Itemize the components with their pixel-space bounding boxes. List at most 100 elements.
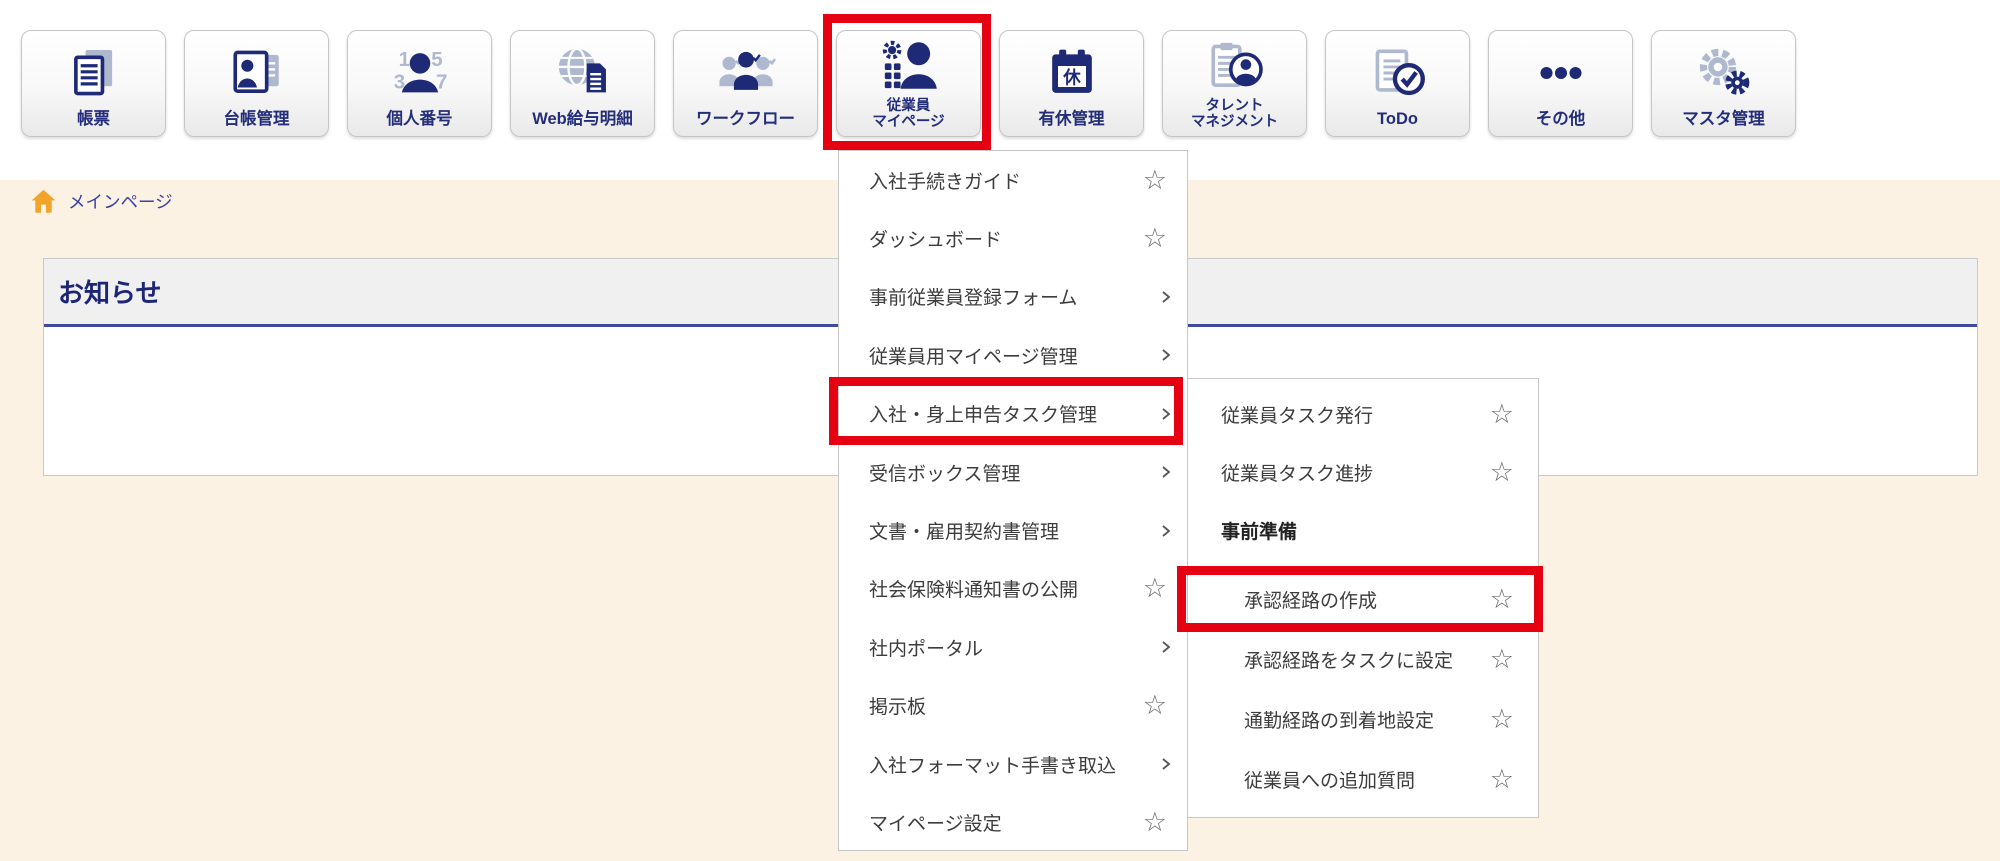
toolbar-button-ledger-management[interactable]: 台帳管理: [184, 30, 329, 137]
toolbar-button-talent-management[interactable]: タレント マネジメント: [1162, 30, 1307, 137]
menu-item-5[interactable]: 入社・身上申告タスク管理: [839, 385, 1187, 443]
star-icon[interactable]: ☆: [1143, 225, 1167, 252]
menu-item-3[interactable]: 事前従業員登録フォーム: [839, 268, 1187, 326]
toolbar-button-forms[interactable]: 帳票: [21, 30, 166, 137]
toolbar-button-label: タレント マネジメント: [1191, 98, 1278, 136]
submenu-item-label: 従業員への追加質問: [1244, 766, 1415, 793]
workflow-icon: [715, 31, 777, 110]
talent-icon: [1205, 31, 1265, 98]
personal-number-icon: 1 5 3 7: [391, 31, 449, 110]
submenu-item-label: 通勤経路の到着地設定: [1244, 706, 1434, 733]
toolbar-button-label: その他: [1536, 110, 1586, 136]
menu-item-label: 入社手続きガイド: [869, 167, 1021, 194]
menu-item-7[interactable]: 文書・雇用契約書管理: [839, 501, 1187, 559]
star-icon[interactable]: ☆: [1490, 401, 1514, 428]
chevron-right-icon: [1158, 289, 1174, 305]
forms-icon: [65, 31, 123, 110]
svg-text:5: 5: [431, 48, 442, 71]
menu-item-8[interactable]: 社会保険料通知書の公開 ☆: [839, 560, 1187, 618]
menu-item-label: 入社フォーマット手書き取込: [869, 751, 1116, 778]
announcements-title: お知らせ: [58, 273, 161, 310]
svg-text:7: 7: [436, 70, 447, 93]
menu-item-label: 掲示板: [869, 692, 926, 719]
menu-item-11[interactable]: 入社フォーマット手書き取込: [839, 735, 1187, 793]
toolbar-button-label: ワークフロー: [696, 110, 795, 136]
toolbar-button-label: 台帳管理: [224, 110, 290, 136]
submenu-item-label: 従業員タスク進捗: [1221, 459, 1373, 486]
toolbar-button-paid-leave-management[interactable]: 休有休管理: [999, 30, 1144, 137]
toolbar-button-todo[interactable]: ToDo: [1325, 30, 1470, 137]
master-icon: [1695, 31, 1753, 110]
menu-item-label: 社会保険料通知書の公開: [869, 575, 1078, 602]
task-management-submenu: 従業員タスク発行☆従業員タスク進捗☆事前準備承認経路の作成☆承認経路をタスクに設…: [1187, 378, 1539, 818]
submenu-item-label: 承認経路をタスクに設定: [1244, 646, 1453, 673]
toolbar-button-others[interactable]: その他: [1488, 30, 1633, 137]
toolbar-button-label: ToDo: [1377, 110, 1418, 136]
submenu-group-header-label: 事前準備: [1221, 517, 1297, 544]
ledger-icon: [228, 31, 286, 110]
submenu-item-label: 従業員タスク発行: [1221, 401, 1373, 428]
toolbar-button-personal-number[interactable]: 1 5 3 7 個人番号: [347, 30, 492, 137]
menu-item-label: 社内ポータル: [869, 634, 983, 661]
star-icon[interactable]: ☆: [1490, 706, 1514, 733]
menu-item-12[interactable]: マイページ設定 ☆: [839, 793, 1187, 851]
employee-mypage-menu: 入社手続きガイド☆ダッシュボード☆事前従業員登録フォーム従業員用マイページ管理入…: [838, 150, 1188, 851]
paid-leave-icon: 休: [1044, 31, 1100, 110]
star-icon[interactable]: ☆: [1490, 459, 1514, 486]
menu-item-label: 従業員用マイページ管理: [869, 342, 1078, 369]
employee-mypage-icon: [880, 31, 938, 98]
submenu-item-label: 承認経路の作成: [1244, 586, 1377, 613]
submenu-item-6[interactable]: 通勤経路の到着地設定 ☆: [1188, 689, 1538, 749]
menu-item-label: 文書・雇用契約書管理: [869, 517, 1059, 544]
svg-text:1: 1: [398, 48, 409, 71]
chevron-right-icon: [1158, 464, 1174, 480]
toolbar-button-workflow[interactable]: ワークフロー: [673, 30, 818, 137]
submenu-item-3: 事前準備: [1188, 501, 1538, 559]
menu-item-label: 受信ボックス管理: [869, 459, 1020, 486]
menu-item-2[interactable]: ダッシュボード ☆: [839, 209, 1187, 267]
menu-item-label: 入社・身上申告タスク管理: [869, 400, 1097, 427]
star-icon[interactable]: ☆: [1490, 766, 1514, 793]
menu-item-label: ダッシュボード: [869, 225, 1002, 252]
breadcrumb-label[interactable]: メインページ: [68, 189, 173, 214]
chevron-right-icon: [1158, 523, 1174, 539]
star-icon[interactable]: ☆: [1143, 692, 1167, 719]
toolbar-button-web-payslip[interactable]: Web給与明細: [510, 30, 655, 137]
chevron-right-icon: [1158, 639, 1174, 655]
breadcrumb[interactable]: メインページ: [30, 188, 173, 215]
menu-item-label: マイページ設定: [869, 809, 1002, 836]
todo-icon: [1369, 31, 1427, 110]
star-icon[interactable]: ☆: [1143, 809, 1167, 836]
submenu-item-5[interactable]: 承認経路をタスクに設定 ☆: [1188, 629, 1538, 689]
toolbar: 帳票 台帳管理 1 5 3 7 個人番号 Web給与明細: [21, 30, 1796, 137]
chevron-right-icon: [1158, 347, 1174, 363]
menu-item-1[interactable]: 入社手続きガイド ☆: [839, 151, 1187, 209]
toolbar-button-label: Web給与明細: [532, 110, 633, 136]
submenu-item-7[interactable]: 従業員への追加質問 ☆: [1188, 749, 1538, 809]
chevron-right-icon: [1158, 406, 1174, 422]
menu-item-label: 事前従業員登録フォーム: [869, 283, 1077, 310]
web-payslip-icon: [554, 31, 612, 110]
star-icon[interactable]: ☆: [1490, 586, 1514, 613]
star-icon[interactable]: ☆: [1143, 167, 1167, 194]
menu-item-9[interactable]: 社内ポータル: [839, 618, 1187, 676]
others-icon: [1532, 31, 1590, 110]
menu-item-6[interactable]: 受信ボックス管理: [839, 443, 1187, 501]
submenu-item-2[interactable]: 従業員タスク進捗 ☆: [1188, 443, 1538, 501]
submenu-item-1[interactable]: 従業員タスク発行 ☆: [1188, 385, 1538, 443]
star-icon[interactable]: ☆: [1143, 575, 1167, 602]
submenu-item-4[interactable]: 承認経路の作成 ☆: [1188, 569, 1538, 629]
svg-text:休: 休: [1062, 67, 1081, 87]
toolbar-button-employee-mypage[interactable]: 従業員 マイページ: [836, 30, 981, 137]
home-icon: [30, 188, 57, 215]
toolbar-button-label: 帳票: [77, 110, 110, 136]
menu-item-10[interactable]: 掲示板 ☆: [839, 677, 1187, 735]
chevron-right-icon: [1158, 756, 1174, 772]
menu-item-4[interactable]: 従業員用マイページ管理: [839, 326, 1187, 384]
toolbar-button-label: 有休管理: [1039, 110, 1105, 136]
toolbar-button-master-management[interactable]: マスタ管理: [1651, 30, 1796, 137]
toolbar-button-label: マスタ管理: [1682, 110, 1765, 136]
toolbar-button-label: 従業員 マイページ: [872, 98, 944, 136]
toolbar-button-label: 個人番号: [387, 110, 453, 136]
star-icon[interactable]: ☆: [1490, 646, 1514, 673]
